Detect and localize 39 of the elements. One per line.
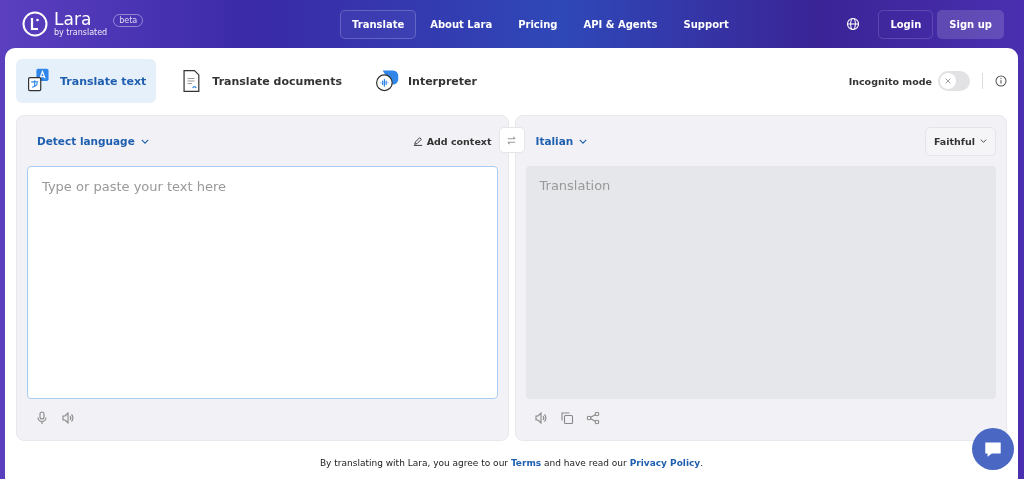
pencil-icon: [412, 136, 423, 146]
nav-link[interactable]: Support: [671, 9, 741, 39]
style-dropdown[interactable]: Faithful: [924, 126, 996, 156]
nav-link[interactable]: Pricing: [506, 9, 570, 39]
info-icon[interactable]: [995, 75, 1007, 87]
translation-field[interactable]: Translation: [525, 166, 996, 399]
copy-icon[interactable]: [559, 411, 574, 425]
logo-icon: [22, 11, 48, 37]
signup-button[interactable]: Sign up: [937, 9, 1004, 39]
swap-languages-button[interactable]: [498, 127, 525, 153]
nav-link[interactable]: Translate: [340, 9, 417, 39]
incognito-label: Incognito mode: [848, 75, 932, 87]
mode-tab[interactable]: Translate documents: [168, 59, 352, 103]
speaker-icon[interactable]: [61, 411, 75, 425]
target-language-dropdown[interactable]: Italian: [525, 135, 588, 147]
source-language-dropdown[interactable]: Detect language: [27, 135, 149, 147]
microphone-icon[interactable]: [35, 411, 49, 425]
footer-link[interactable]: Privacy Policy: [629, 458, 701, 468]
speech-bubble-icon: [373, 68, 400, 94]
share-icon[interactable]: [585, 411, 600, 425]
brand-name: Lara: [54, 11, 92, 28]
nav-link[interactable]: API & Agents: [571, 9, 670, 39]
translate-icon: [26, 68, 52, 94]
add-context-button[interactable]: Add context: [406, 134, 498, 148]
chevron-down-icon: [579, 138, 588, 144]
incognito-toggle[interactable]: [938, 71, 970, 91]
mode-tab[interactable]: Interpreter: [363, 59, 487, 103]
chevron-down-icon: [140, 138, 149, 144]
globe-icon[interactable]: [846, 17, 861, 31]
swap-icon: [506, 134, 517, 146]
mode-tab[interactable]: Translate text: [16, 59, 157, 103]
login-button[interactable]: Login: [878, 9, 934, 39]
nav-link[interactable]: About Lara: [418, 9, 505, 39]
close-icon: [944, 77, 952, 85]
chevron-down-icon: [980, 139, 987, 143]
footer-link[interactable]: Terms: [510, 458, 542, 468]
source-text-field[interactable]: Type or paste your text here: [27, 166, 498, 399]
speaker-icon[interactable]: [533, 411, 548, 425]
brand-tagline: by translated: [54, 29, 108, 37]
